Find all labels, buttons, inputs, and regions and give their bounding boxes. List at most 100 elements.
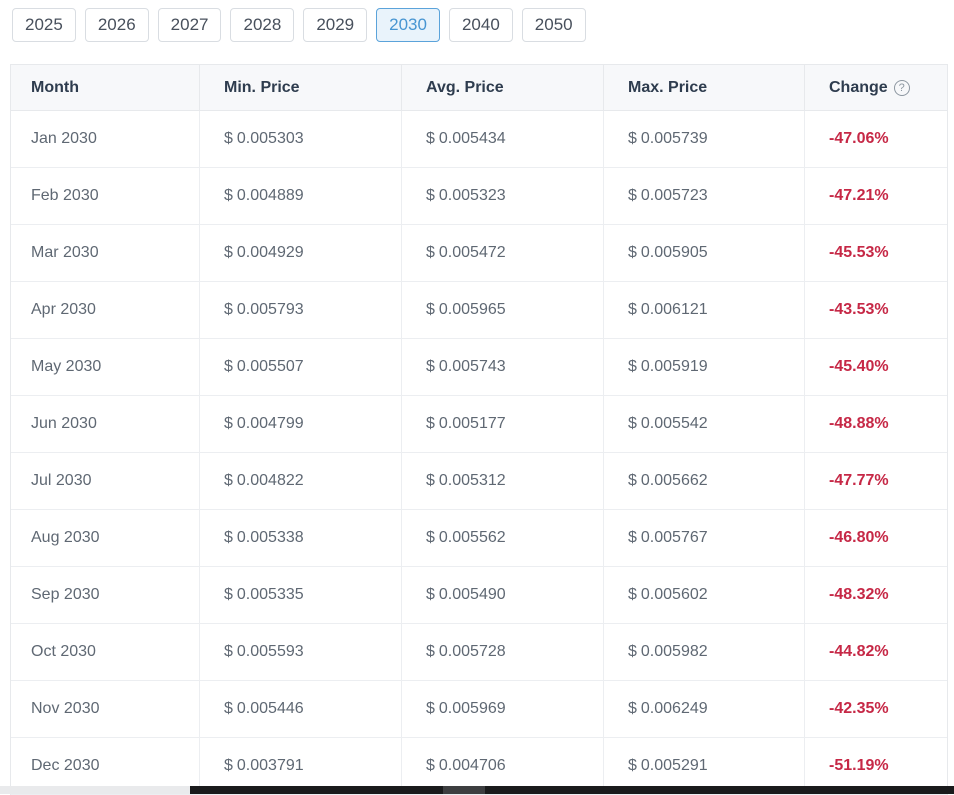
header-month: Month xyxy=(11,65,199,110)
min-price-cell: $0.005507 xyxy=(199,339,401,395)
month-cell: Sep 2030 xyxy=(11,567,199,623)
currency-symbol: $ xyxy=(628,244,637,262)
currency-symbol: $ xyxy=(224,187,233,205)
month-cell: Oct 2030 xyxy=(11,624,199,680)
change-cell: -47.06% xyxy=(804,111,947,167)
max-price-cell: $0.005919 xyxy=(603,339,804,395)
min-price-cell: $0.004822 xyxy=(199,453,401,509)
currency-symbol: $ xyxy=(224,529,233,547)
year-tab-2050[interactable]: 2050 xyxy=(522,8,586,42)
change-cell: -48.88% xyxy=(804,396,947,452)
currency-symbol: $ xyxy=(628,472,637,490)
bottom-strip-track-light xyxy=(0,786,190,794)
currency-symbol: $ xyxy=(426,358,435,376)
header-max-price: Max. Price xyxy=(603,65,804,110)
min-price-cell: $0.005303 xyxy=(199,111,401,167)
month-cell: Apr 2030 xyxy=(11,282,199,338)
currency-symbol: $ xyxy=(426,244,435,262)
max-price-cell: $0.005662 xyxy=(603,453,804,509)
price-prediction-table: Month Min. Price Avg. Price Max. Price C… xyxy=(10,64,948,795)
year-tab-2027[interactable]: 2027 xyxy=(158,8,222,42)
table-row: Mar 2030 $0.004929 $0.005472 $0.005905 -… xyxy=(11,225,947,282)
currency-symbol: $ xyxy=(426,529,435,547)
currency-symbol: $ xyxy=(628,586,637,604)
currency-symbol: $ xyxy=(628,757,637,775)
change-cell: -46.80% xyxy=(804,510,947,566)
avg-price-cell: $0.005490 xyxy=(401,567,603,623)
month-cell: Jul 2030 xyxy=(11,453,199,509)
header-min-price: Min. Price xyxy=(199,65,401,110)
bottom-strip xyxy=(0,786,954,794)
month-cell: Aug 2030 xyxy=(11,510,199,566)
scrollbar-thumb[interactable] xyxy=(443,786,485,794)
header-change: Change ? xyxy=(804,65,947,110)
year-tab-2026[interactable]: 2026 xyxy=(85,8,149,42)
min-price-cell: $0.005338 xyxy=(199,510,401,566)
min-price-cell: $0.005593 xyxy=(199,624,401,680)
max-price-cell: $0.005982 xyxy=(603,624,804,680)
currency-symbol: $ xyxy=(224,130,233,148)
currency-symbol: $ xyxy=(426,415,435,433)
table-row: Oct 2030 $0.005593 $0.005728 $0.005982 -… xyxy=(11,624,947,681)
month-cell: May 2030 xyxy=(11,339,199,395)
max-price-cell: $0.005602 xyxy=(603,567,804,623)
currency-symbol: $ xyxy=(224,700,233,718)
avg-price-cell: $0.005969 xyxy=(401,681,603,737)
min-price-cell: $0.004929 xyxy=(199,225,401,281)
avg-price-cell: $0.005472 xyxy=(401,225,603,281)
year-tab-2040[interactable]: 2040 xyxy=(449,8,513,42)
currency-symbol: $ xyxy=(224,757,233,775)
month-cell: Jun 2030 xyxy=(11,396,199,452)
help-question-icon[interactable]: ? xyxy=(894,80,910,96)
max-price-cell: $0.005767 xyxy=(603,510,804,566)
year-tab-2029[interactable]: 2029 xyxy=(303,8,367,42)
month-cell: Feb 2030 xyxy=(11,168,199,224)
table-row: Feb 2030 $0.004889 $0.005323 $0.005723 -… xyxy=(11,168,947,225)
table-row: Aug 2030 $0.005338 $0.005562 $0.005767 -… xyxy=(11,510,947,567)
table-row: Jun 2030 $0.004799 $0.005177 $0.005542 -… xyxy=(11,396,947,453)
currency-symbol: $ xyxy=(224,244,233,262)
currency-symbol: $ xyxy=(628,358,637,376)
currency-symbol: $ xyxy=(628,700,637,718)
currency-symbol: $ xyxy=(628,643,637,661)
table-row: May 2030 $0.005507 $0.005743 $0.005919 -… xyxy=(11,339,947,396)
currency-symbol: $ xyxy=(224,643,233,661)
month-cell: Mar 2030 xyxy=(11,225,199,281)
currency-symbol: $ xyxy=(224,472,233,490)
change-cell: -45.40% xyxy=(804,339,947,395)
change-cell: -43.53% xyxy=(804,282,947,338)
table-row: Jan 2030 $0.005303 $0.005434 $0.005739 -… xyxy=(11,111,947,168)
table-row: Apr 2030 $0.005793 $0.005965 $0.006121 -… xyxy=(11,282,947,339)
change-cell: -45.53% xyxy=(804,225,947,281)
avg-price-cell: $0.005728 xyxy=(401,624,603,680)
max-price-cell: $0.005739 xyxy=(603,111,804,167)
change-cell: -42.35% xyxy=(804,681,947,737)
change-cell: -47.77% xyxy=(804,453,947,509)
table-body: Jan 2030 $0.005303 $0.005434 $0.005739 -… xyxy=(11,111,947,795)
currency-symbol: $ xyxy=(224,415,233,433)
max-price-cell: $0.006249 xyxy=(603,681,804,737)
avg-price-cell: $0.005965 xyxy=(401,282,603,338)
year-tab-2025[interactable]: 2025 xyxy=(12,8,76,42)
horizontal-scrollbar[interactable] xyxy=(190,786,954,794)
max-price-cell: $0.005723 xyxy=(603,168,804,224)
currency-symbol: $ xyxy=(426,130,435,148)
currency-symbol: $ xyxy=(426,700,435,718)
table-row: Nov 2030 $0.005446 $0.005969 $0.006249 -… xyxy=(11,681,947,738)
table-row: Jul 2030 $0.004822 $0.005312 $0.005662 -… xyxy=(11,453,947,510)
currency-symbol: $ xyxy=(628,415,637,433)
max-price-cell: $0.005542 xyxy=(603,396,804,452)
currency-symbol: $ xyxy=(426,472,435,490)
avg-price-cell: $0.005743 xyxy=(401,339,603,395)
min-price-cell: $0.004799 xyxy=(199,396,401,452)
currency-symbol: $ xyxy=(426,301,435,319)
avg-price-cell: $0.005312 xyxy=(401,453,603,509)
min-price-cell: $0.005446 xyxy=(199,681,401,737)
year-tab-2028[interactable]: 2028 xyxy=(230,8,294,42)
table-row: Sep 2030 $0.005335 $0.005490 $0.005602 -… xyxy=(11,567,947,624)
avg-price-cell: $0.005177 xyxy=(401,396,603,452)
currency-symbol: $ xyxy=(426,643,435,661)
year-tab-2030[interactable]: 2030 xyxy=(376,8,440,42)
change-cell: -44.82% xyxy=(804,624,947,680)
min-price-cell: $0.005793 xyxy=(199,282,401,338)
